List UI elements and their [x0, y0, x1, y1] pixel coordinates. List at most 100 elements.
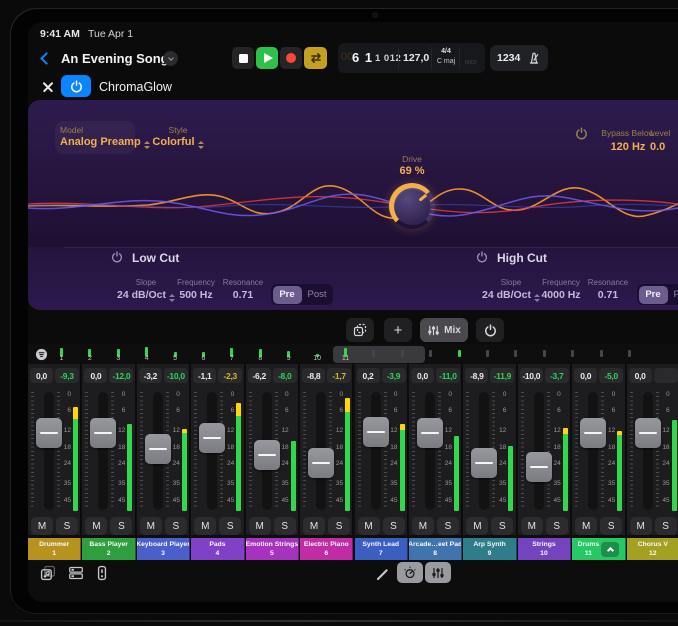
solo-button[interactable]: S — [219, 517, 241, 535]
minimap-channel-number[interactable]: 6 — [196, 355, 212, 362]
plugin-power-button[interactable] — [61, 75, 91, 97]
track-label-1[interactable]: Drummer1 — [28, 538, 81, 560]
play-button[interactable] — [256, 47, 278, 69]
volume-fader[interactable] — [417, 418, 443, 448]
back-icon[interactable] — [40, 52, 53, 65]
track-label-3[interactable]: Keyboard Player3 — [137, 538, 190, 560]
fader-db-value[interactable]: 0,0 — [574, 368, 597, 383]
minimap-channel-number[interactable]: 11 — [338, 355, 354, 362]
mute-button[interactable]: M — [249, 517, 271, 535]
track-label-10[interactable]: Strings10 — [518, 538, 571, 560]
solo-button[interactable]: S — [546, 517, 568, 535]
fader-db-value[interactable]: -3,2 — [139, 368, 162, 383]
track-label-9[interactable]: Arp Synth9 — [463, 538, 516, 560]
track-label-8[interactable]: Arcade…eet Pad8 — [409, 538, 462, 560]
minimap-channel-number[interactable]: 3 — [110, 355, 126, 362]
pencil-icon[interactable] — [375, 567, 390, 582]
faders-view-button[interactable] — [425, 562, 451, 583]
volume-fader[interactable] — [580, 418, 606, 448]
minimap-channel-number[interactable]: 8 — [252, 355, 268, 362]
fader-db-value[interactable]: 0,0 — [629, 368, 652, 383]
track-label-7[interactable]: Synth Lead7 — [355, 538, 408, 560]
solo-button[interactable]: S — [274, 517, 296, 535]
frequency-value[interactable]: 500 Hz — [171, 289, 221, 301]
model-value[interactable]: Analog Preamp — [60, 136, 150, 149]
fader-db-value[interactable]: -6,2 — [248, 368, 271, 383]
fader-db-value[interactable]: 0,0 — [30, 368, 53, 383]
solo-button[interactable]: S — [655, 517, 677, 535]
browser-icon[interactable] — [68, 565, 84, 581]
fader-db-value[interactable]: -10,0 — [520, 368, 543, 383]
stop-button[interactable] — [232, 47, 254, 69]
track-label-12[interactable]: Chorus V12 — [627, 538, 678, 560]
mute-button[interactable]: M — [31, 517, 53, 535]
track-label-5[interactable]: Emotion Strings5 — [246, 538, 299, 560]
mute-button[interactable]: M — [85, 517, 107, 535]
solo-button[interactable]: S — [56, 517, 78, 535]
mute-button[interactable]: M — [303, 517, 325, 535]
solo-button[interactable]: S — [437, 517, 459, 535]
mute-button[interactable]: M — [521, 517, 543, 535]
metronome-icon[interactable] — [527, 51, 541, 65]
drive-knob[interactable] — [389, 183, 435, 229]
mixer-power-button[interactable] — [476, 318, 504, 342]
lcd-display[interactable]: 00 6 1 1 012 127,0 4/4 C maj MIDI — [338, 43, 485, 73]
frequency-value[interactable]: 4000 Hz — [536, 289, 586, 301]
expand-track-button[interactable] — [601, 542, 619, 557]
mix-view-button[interactable]: Mix — [420, 318, 468, 342]
fader-db-value[interactable]: -8,8 — [302, 368, 325, 383]
slope-value[interactable]: 24 dB/Oct — [479, 289, 543, 302]
record-button[interactable] — [280, 47, 302, 69]
style-value[interactable]: Colorful — [146, 136, 210, 149]
post-button[interactable]: Post — [303, 286, 332, 304]
volume-fader[interactable] — [526, 452, 552, 482]
song-menu-button[interactable] — [163, 51, 178, 66]
solo-button[interactable]: S — [165, 517, 187, 535]
fader-db-value[interactable]: 0,0 — [84, 368, 107, 383]
volume-fader[interactable] — [36, 418, 62, 448]
minimap-channel-number[interactable]: 2 — [82, 355, 98, 362]
filter-icon[interactable] — [35, 348, 48, 361]
duplicate-button[interactable] — [346, 318, 374, 342]
cycle-button[interactable] — [304, 47, 327, 69]
close-icon[interactable] — [41, 80, 54, 93]
volume-fader[interactable] — [90, 418, 116, 448]
solo-button[interactable]: S — [110, 517, 132, 535]
track-label-6[interactable]: Electric Piano6 — [300, 538, 353, 560]
volume-fader[interactable] — [308, 448, 334, 478]
fader-db-value[interactable]: -1,1 — [193, 368, 216, 383]
minimap-channel-number[interactable]: 5 — [167, 355, 183, 362]
pre-button[interactable]: Pre — [639, 286, 668, 304]
loop-browser-icon[interactable] — [40, 565, 56, 581]
solo-button[interactable]: S — [491, 517, 513, 535]
mute-button[interactable]: M — [575, 517, 597, 535]
fader-db-value[interactable]: 0,2 — [357, 368, 380, 383]
mute-button[interactable]: M — [358, 517, 380, 535]
track-label-4[interactable]: Pads4 — [191, 538, 244, 560]
track-label-11[interactable]: Drums11 — [572, 538, 625, 560]
mute-button[interactable]: M — [140, 517, 162, 535]
controller-icon[interactable] — [94, 565, 110, 581]
song-title[interactable]: An Evening Song — [61, 51, 169, 66]
post-button[interactable]: Post — [669, 286, 678, 304]
track-label-2[interactable]: Bass Player2 — [82, 538, 135, 560]
minimap-channel-number[interactable]: 1 — [54, 355, 70, 362]
minimap-channel-number[interactable]: 9 — [281, 355, 297, 362]
minimap-channel-number[interactable]: 10 — [309, 355, 325, 362]
solo-button[interactable]: S — [383, 517, 405, 535]
mute-button[interactable]: M — [630, 517, 652, 535]
fader-db-value[interactable]: 0,0 — [411, 368, 434, 383]
channel-minimap[interactable]: 1 2 3 4 5 6 7 8 9 10 11 — [28, 346, 678, 364]
volume-fader[interactable] — [363, 417, 389, 447]
mute-button[interactable]: M — [412, 517, 434, 535]
lowcut-power-icon[interactable] — [111, 251, 123, 263]
mute-button[interactable]: M — [466, 517, 488, 535]
minimap-channel-number[interactable]: 7 — [224, 355, 240, 362]
resonance-value[interactable]: 0.71 — [583, 289, 633, 301]
volume-fader[interactable] — [199, 423, 225, 453]
pre-button[interactable]: Pre — [273, 286, 302, 304]
level-value[interactable]: 0.0 — [650, 141, 678, 153]
controls-view-button[interactable] — [397, 562, 423, 583]
minimap-channel-number[interactable]: 4 — [139, 355, 155, 362]
solo-button[interactable]: S — [328, 517, 350, 535]
